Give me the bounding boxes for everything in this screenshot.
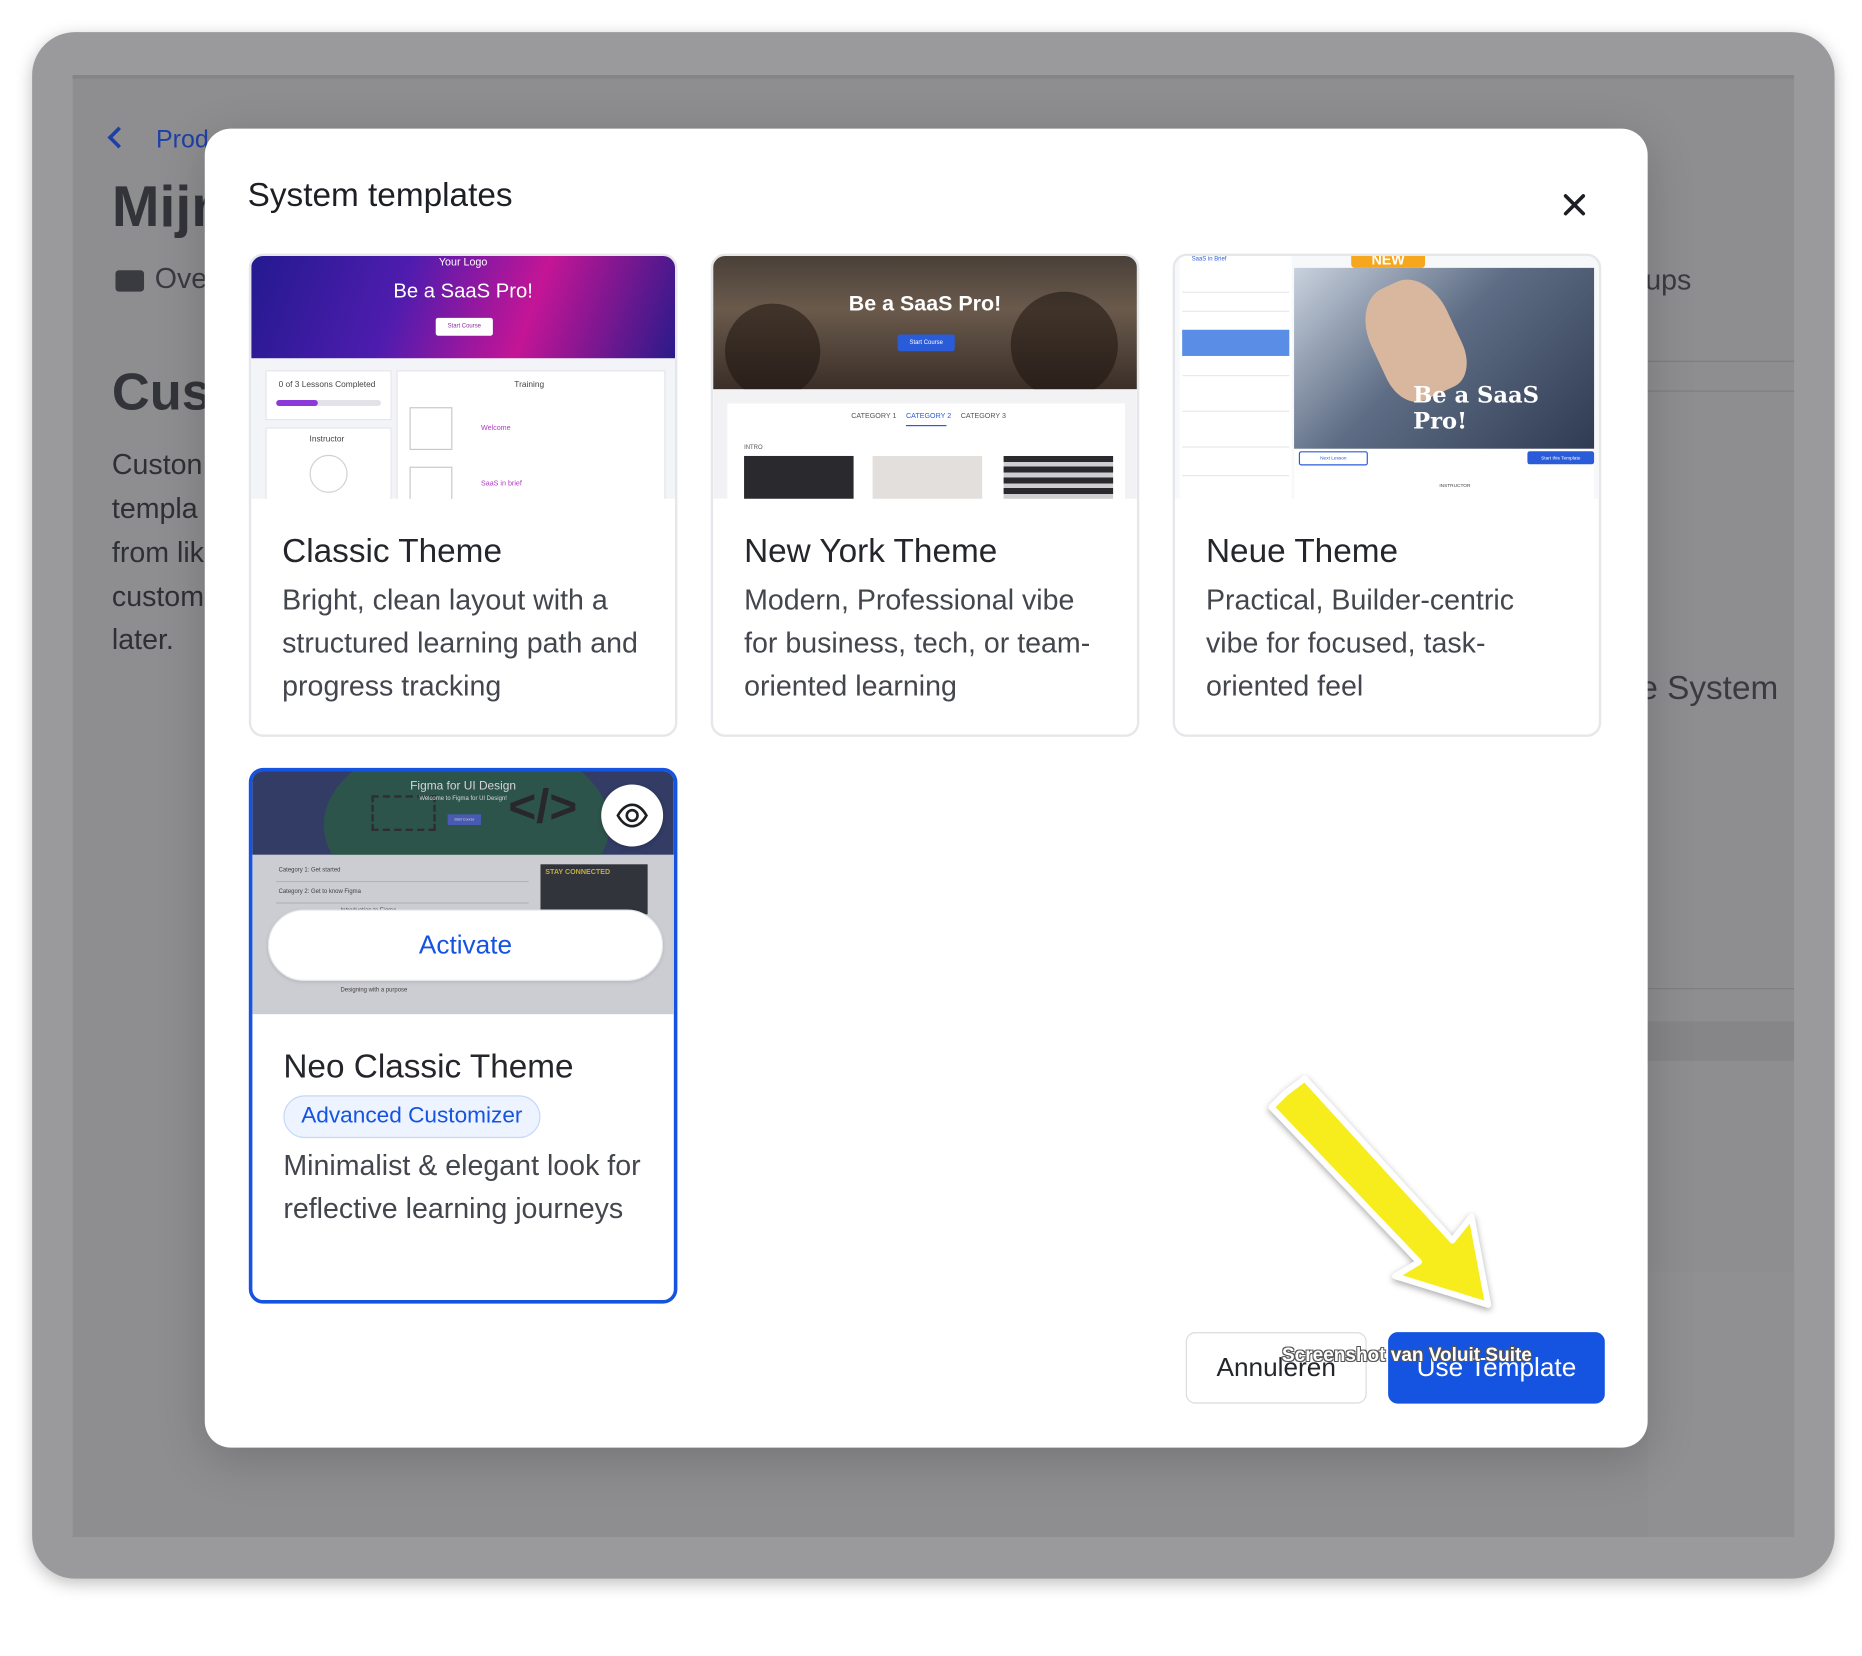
breadcrumb[interactable]: Prod [156,126,209,155]
tab-groups[interactable]: ups [1645,264,1691,297]
preview-button: Start this Template [1527,451,1595,465]
template-card-new-york[interactable]: Be a SaaS Pro! Start Course CATEGORY 1 C… [710,253,1140,737]
template-name: Classic Theme [282,532,502,570]
preview-image [872,455,983,499]
overview-icon [115,270,145,292]
close-icon[interactable] [1550,181,1598,229]
preview-sidebar-row [1182,375,1290,377]
divider [1647,360,1795,362]
app-top-border [72,75,1795,79]
cancel-button[interactable]: Annuleren [1185,1332,1367,1404]
template-description: Modern, Professional vibe for business, … [744,584,1091,703]
template-preview: Be a SaaS Pro! Start Course CATEGORY 1 C… [713,255,1137,499]
preview-instructor-label: Instructor [309,435,345,445]
divider [1647,390,1795,392]
template-card-classic[interactable]: Your Logo Be a SaaS Pro! Start Course 0 … [248,253,678,737]
preview-image [1003,455,1114,499]
divider [1647,988,1795,990]
preview-link: SaaS in Brief [1191,255,1227,264]
preview-hero-title: Be a SaaS Pro! [393,279,533,303]
preview-hero-button: Start Course [435,317,493,336]
template-card-neo-classic[interactable]: </> Figma for UI Design Welcome to Figma… [248,767,678,1304]
template-description: Minimalist & elegant look for reflective… [283,1150,641,1226]
preview-photo-shape [725,303,821,399]
preview-training-box: Training Welcome SaaS in brief [396,370,666,499]
eye-icon[interactable] [601,784,664,847]
screenshot-credit: Screenshot van Voluit Suite [1282,1345,1532,1366]
template-description: Bright, clean layout with a structured l… [282,584,638,703]
page-title: Mijr [111,176,214,240]
activate-button[interactable]: Activate [267,909,664,981]
use-template-button[interactable]: Use Template [1388,1332,1605,1404]
preview-progress-fill [276,400,319,406]
template-preview: Your Logo Be a SaaS Pro! Start Course 0 … [251,255,676,499]
preview-category: CATEGORY 1 [851,413,897,421]
section-heading: Cus [111,363,211,422]
paragraph-line: later. [111,623,174,656]
preview-button: Next Lesson [1298,451,1368,466]
preview-sidebar-row [1182,475,1290,477]
template-name: Neo Classic Theme [283,1047,574,1085]
preview-hero-title: Be a SaaS Pro! [848,291,1002,316]
preview-sidebar-row [1182,446,1290,448]
preview-sidebar-row [1182,291,1290,293]
avatar-icon [309,454,348,493]
preview-hero-button: Start Course [897,334,955,352]
preview-sidebar-row [1182,410,1290,412]
preview-progress-label: 0 of 3 Lessons Completed [278,380,376,390]
preview-category: CATEGORY 3 [960,413,1006,421]
screenshot: Prod Mijr Ove Cus Custon templa from lik… [0,0,1862,1654]
template-name: New York Theme [744,532,998,570]
image-placeholder-icon [409,466,453,499]
preview-lesson: Welcome [480,425,511,433]
image-placeholder-icon [409,407,453,451]
template-card-neue[interactable]: SaaS in Brief Be a SaaS Pro! NEW Next Le… [1172,253,1602,737]
arrow-annotation-icon [1268,1075,1492,1308]
tab-overview[interactable]: Ove [155,263,207,296]
template-description: Practical, Builder-centric vibe for focu… [1205,584,1515,703]
preview-hero-title: Be a SaaS Pro! [1413,382,1540,435]
template-name: Neue Theme [1205,532,1399,570]
paragraph-line: templa [111,492,198,526]
preview-progress-box: 0 of 3 Lessons Completed [265,370,392,421]
preview-intro-label: INTRO [744,444,763,452]
preview-logo: Your Logo [438,255,488,268]
system-label: e System [1639,669,1779,706]
background-panel [1647,1021,1795,1061]
template-preview: </> Figma for UI Design Welcome to Figma… [252,771,674,1015]
preview-new-badge: NEW [1351,255,1426,268]
background-panel [1647,1271,1795,1537]
paragraph-line: Custon [111,448,203,481]
preview-progress-bar [276,400,381,406]
preview-training-label: Training [514,380,545,390]
modal-title: System templates [247,176,513,214]
preview-sidebar-row [1182,310,1290,312]
preview-sidebar-selected [1182,329,1290,356]
paragraph-line: from lik [111,536,204,570]
preview-hero [251,255,676,359]
advanced-customizer-badge: Advanced Customizer [283,1095,541,1139]
template-preview: SaaS in Brief Be a SaaS Pro! NEW Next Le… [1175,255,1599,499]
preview-category-underline [905,425,947,427]
preview-category: CATEGORY 2 [905,413,952,421]
preview-instructor-box: Instructor [265,427,392,499]
preview-image [744,455,854,499]
preview-instructor-label: INSTRUCTOR [1439,482,1471,489]
paragraph-line: custom [111,580,205,614]
preview-lesson: SaaS in brief [480,480,522,489]
